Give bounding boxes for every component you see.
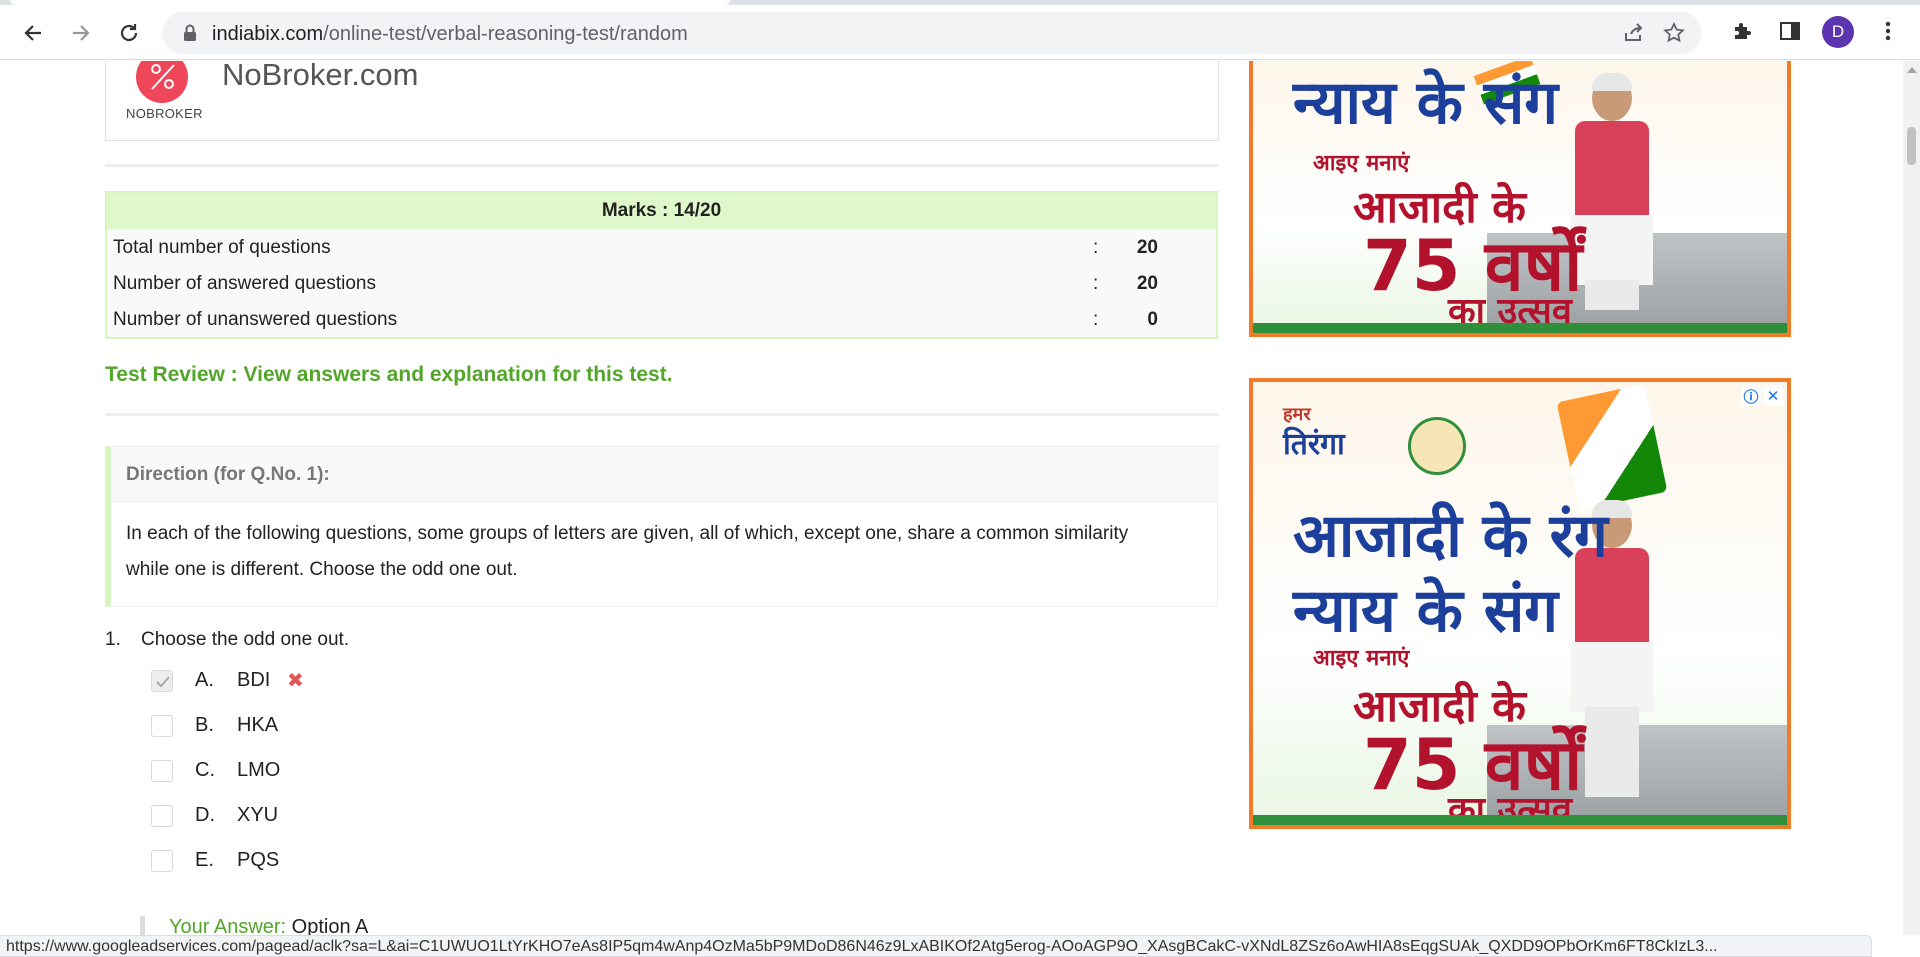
option-text: PQS: [237, 849, 280, 871]
option-checkbox[interactable]: [151, 805, 173, 827]
option-letter: C.: [195, 759, 215, 781]
marks-row: Number of answered questions : 20: [107, 265, 1216, 301]
state-emblem-icon: [1408, 417, 1466, 475]
reload-icon: [120, 24, 138, 42]
status-bar-link-preview: https://www.googleadservices.com/pagead/…: [0, 935, 1872, 957]
browser-menu-button[interactable]: [1873, 16, 1903, 46]
your-answer-value: Option A: [291, 916, 369, 935]
share-icon[interactable]: [1622, 21, 1646, 45]
marks-row-separator: :: [1093, 309, 1099, 330]
test-review-link[interactable]: Test Review : View answers and explanati…: [105, 363, 673, 387]
kebab-menu-icon: [1885, 21, 1891, 41]
side-panel-icon: [1780, 22, 1800, 40]
advertisement-banner-bottom[interactable]: हमर तिरंगा आजादी के रंग न्याय के संग आइए…: [1249, 378, 1791, 829]
option-letter: E.: [195, 849, 214, 871]
marks-row-separator: :: [1093, 237, 1099, 258]
ad-border-strip: [1253, 815, 1787, 825]
marks-row-separator: :: [1093, 273, 1099, 294]
marks-row-value: 0: [1147, 309, 1158, 330]
url-domain: indiabix.com: [212, 23, 324, 45]
puzzle-icon: [1735, 23, 1751, 39]
advertisement-banner-top[interactable]: न्याय के संग आइए मनाएं आजादी के 75 वर्षो…: [1249, 61, 1791, 337]
lock-icon[interactable]: [178, 21, 202, 45]
browser-toolbar: indiabix.com/online-test/verbal-reasonin…: [0, 0, 1920, 60]
option-checkbox[interactable]: [151, 715, 173, 737]
option-checkbox[interactable]: [151, 760, 173, 782]
ad-border-strip: [1253, 323, 1787, 333]
percent-logo-icon: [151, 64, 175, 90]
ad-subline: आइए मनाएं: [1313, 646, 1410, 671]
scrollbar-thumb[interactable]: [1907, 127, 1916, 165]
vertical-scrollbar[interactable]: [1903, 61, 1920, 935]
bookmark-star-icon[interactable]: [1662, 21, 1686, 45]
nobroker-logo-caption: NOBROKER: [126, 106, 203, 121]
forward-button[interactable]: [64, 16, 98, 50]
adchoices-info-icon[interactable]: ⓘ: [1741, 386, 1761, 406]
option-text: LMO: [237, 759, 281, 781]
direction-text: In each of the following questions, some…: [126, 523, 1129, 580]
url-path: /online-test/verbal-reasoning-test/rando…: [323, 23, 688, 45]
option-checkbox[interactable]: [151, 850, 173, 872]
brand-name[interactable]: NoBroker.com: [222, 61, 418, 93]
active-tab-edge: [10, 0, 730, 5]
marks-row-label: Total number of questions: [113, 237, 331, 258]
marks-row: Number of unanswered questions : 0: [107, 301, 1216, 337]
wrong-cross-icon: ✖: [287, 670, 304, 692]
nobroker-ad-card[interactable]: NOBROKER NoBroker.com: [105, 61, 1219, 141]
divider: [105, 164, 1219, 167]
back-button[interactable]: [16, 16, 50, 50]
nobroker-logo: [136, 61, 188, 103]
ad-headline: न्याय के संग: [1293, 68, 1559, 138]
profile-avatar[interactable]: D: [1822, 16, 1854, 48]
ad-headline: आजादी के रंग: [1293, 501, 1608, 571]
scroll-up-arrow-icon[interactable]: [1907, 67, 1917, 73]
forward-arrow-icon: [73, 25, 90, 41]
reload-button[interactable]: [112, 16, 146, 50]
marks-row-value: 20: [1136, 273, 1158, 294]
back-arrow-icon: [24, 25, 41, 41]
address-bar[interactable]: indiabix.com/online-test/verbal-reasonin…: [162, 12, 1702, 54]
divider: [105, 413, 1219, 416]
hamar-tiranga-logo: हमर तिरंगा: [1283, 400, 1345, 460]
marks-row-label: Number of answered questions: [113, 273, 376, 294]
option-letter: B.: [195, 714, 214, 736]
option-checkbox[interactable]: [151, 670, 173, 692]
side-panel-button[interactable]: [1775, 16, 1805, 46]
ad-headline: न्याय के संग: [1293, 576, 1559, 646]
question-number: 1.: [105, 629, 121, 650]
page-content: NOBROKER NoBroker.com Marks : 14/20 Tota…: [0, 61, 1920, 935]
ad-subline: आइए मनाएं: [1313, 151, 1410, 176]
marks-row-value: 20: [1136, 237, 1158, 258]
option-letter: D.: [195, 804, 215, 826]
url-text[interactable]: indiabix.com/online-test/verbal-reasonin…: [212, 23, 688, 46]
checkmark-icon: [156, 676, 170, 688]
your-answer-label: Your Answer:: [169, 916, 287, 935]
marks-summary: Marks : 14/20 Total number of questions …: [105, 191, 1218, 339]
ad-close-icon[interactable]: ✕: [1763, 386, 1783, 406]
option-text: HKA: [237, 714, 279, 736]
marks-header: Marks : 14/20: [107, 193, 1216, 229]
adchoices[interactable]: ⓘ ✕: [1741, 386, 1783, 406]
direction-heading: Direction (for Q.No. 1):: [111, 447, 1217, 502]
option-letter: A.: [195, 669, 214, 691]
tiranga-text: तिरंगा: [1283, 427, 1345, 462]
hamar-text: हमर: [1283, 404, 1311, 425]
extensions-button[interactable]: [1728, 16, 1758, 46]
your-answer: Your Answer: Option A: [140, 916, 740, 935]
marks-row: Total number of questions : 20: [107, 229, 1216, 265]
option-text: XYU: [237, 804, 279, 826]
direction-panel: Direction (for Q.No. 1): In each of the …: [105, 446, 1218, 607]
marks-row-label: Number of unanswered questions: [113, 309, 398, 330]
question-text: Choose the odd one out.: [141, 629, 350, 650]
option-text: BDI: [237, 669, 271, 691]
